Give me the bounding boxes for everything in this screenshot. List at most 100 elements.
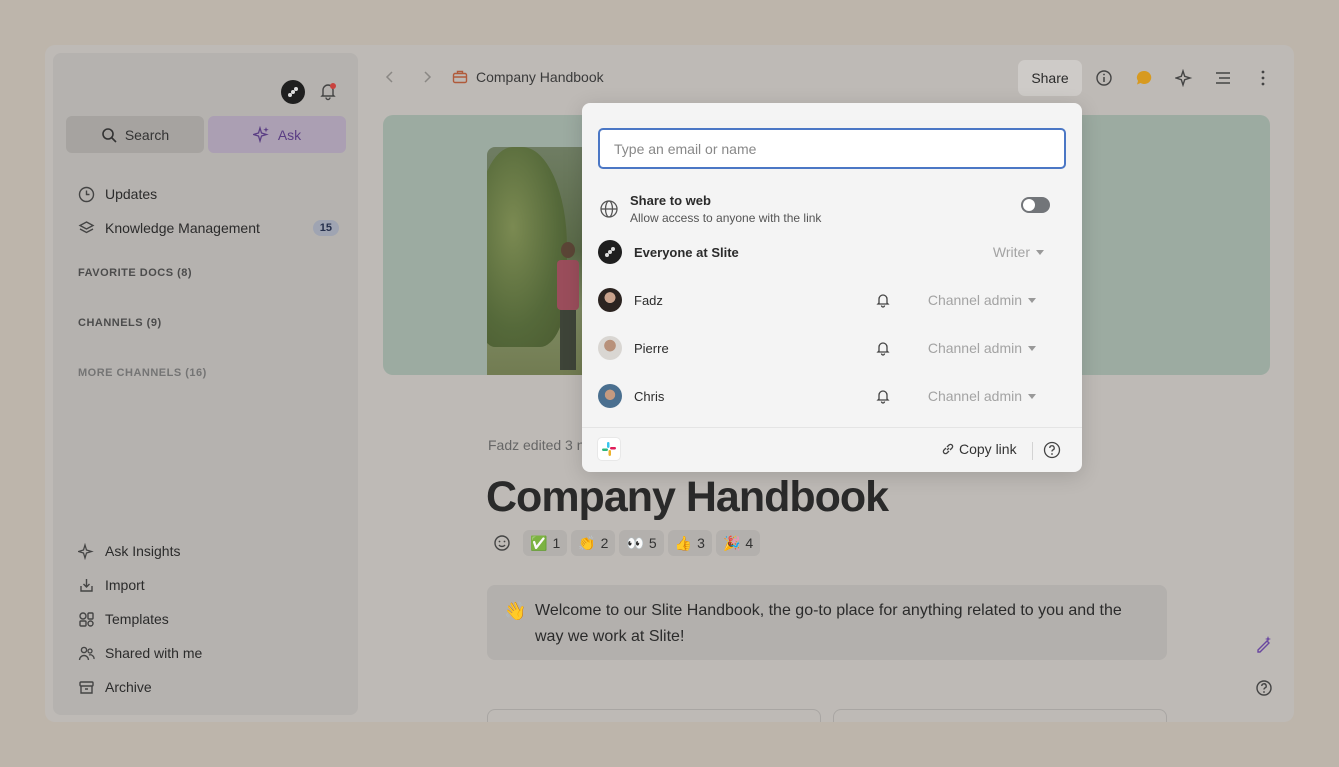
content-card[interactable]: [833, 709, 1167, 722]
callout-text: Welcome to our Slite Handbook, the go-to…: [535, 602, 1122, 645]
ai-sparkle-icon[interactable]: [1174, 68, 1194, 88]
edited-info: Fadz edited 3 n: [488, 437, 585, 453]
favorite-docs-section[interactable]: FAVORITE DOCS (8): [78, 267, 192, 279]
notification-bell-icon[interactable]: [874, 387, 892, 405]
briefcase-icon: [452, 70, 468, 84]
sidebar-item-label: Import: [105, 577, 145, 593]
role-dropdown[interactable]: Writer: [993, 244, 1044, 260]
reactions-bar: ✅ 1 👏 2 👀 5 👍 3 🎉 4: [489, 530, 761, 556]
back-arrow-icon[interactable]: [382, 69, 398, 85]
channels-section[interactable]: CHANNELS (9): [78, 317, 162, 329]
sidebar-item-label: Knowledge Management: [105, 220, 260, 236]
caret-down-icon: [1028, 297, 1036, 303]
welcome-callout[interactable]: 👋 Welcome to our Slite Handbook, the go-…: [487, 585, 1167, 660]
member-row: Everyone at Slite Writer: [598, 237, 1066, 267]
reaction-chip[interactable]: 🎉 4: [715, 530, 761, 556]
member-name: Pierre: [634, 340, 669, 356]
users-icon: [77, 644, 95, 662]
reaction-chip[interactable]: 👀 5: [619, 530, 664, 556]
sidebar-item-shared-with-me[interactable]: Shared with me: [77, 641, 339, 665]
member-row: Pierre Channel admin: [598, 333, 1066, 363]
sidebar-item-knowledge-management[interactable]: Knowledge Management 15: [77, 216, 339, 240]
callout-emoji: 👋: [504, 601, 527, 621]
comment-icon[interactable]: [1134, 68, 1154, 88]
sidebar-item-label: Ask Insights: [105, 543, 181, 559]
copy-link-button[interactable]: Copy link: [941, 441, 1017, 457]
reaction-emoji: 👏: [578, 534, 596, 551]
notifications-bell-icon[interactable]: [318, 81, 338, 101]
workspace-logo-icon: [288, 87, 298, 97]
more-options-icon[interactable]: [1253, 68, 1273, 88]
role-label: Channel admin: [927, 340, 1022, 356]
reaction-emoji: 👀: [626, 534, 644, 551]
slack-icon[interactable]: [598, 438, 620, 460]
sidebar-item-import[interactable]: Import: [77, 573, 339, 597]
role-label: Channel admin: [927, 292, 1022, 308]
sidebar-item-updates[interactable]: Updates: [77, 182, 339, 206]
caret-down-icon: [1028, 345, 1036, 351]
member-row: Chris Channel admin: [598, 381, 1066, 411]
info-icon[interactable]: [1094, 68, 1114, 88]
avatar: [598, 288, 622, 312]
forward-arrow-icon[interactable]: [419, 69, 435, 85]
caret-down-icon: [1036, 249, 1044, 255]
share-popover-footer: Copy link: [582, 427, 1082, 472]
workspace-avatar: [598, 240, 622, 264]
search-button[interactable]: Search: [66, 116, 204, 153]
link-icon: [942, 443, 954, 455]
role-dropdown[interactable]: Channel admin: [928, 388, 1036, 404]
sidebar-item-label: Archive: [105, 679, 152, 695]
member-name: Chris: [634, 388, 665, 404]
share-button[interactable]: Share: [1018, 60, 1082, 96]
copy-link-label: Copy link: [959, 441, 1017, 457]
role-label: Channel admin: [927, 388, 1022, 404]
add-reaction-icon[interactable]: [489, 530, 515, 556]
layers-icon: [77, 219, 95, 237]
help-icon[interactable]: [1043, 441, 1061, 459]
templates-icon: [77, 610, 95, 628]
divider: [1032, 442, 1033, 460]
reaction-emoji: 🎉: [722, 534, 741, 551]
breadcrumb[interactable]: Company Handbook: [452, 69, 604, 85]
share-to-web-row: Share to web Allow access to anyone with…: [598, 191, 1066, 227]
search-icon: [102, 127, 117, 143]
sidebar-item-label: Shared with me: [105, 645, 203, 661]
share-to-web-toggle[interactable]: [1021, 197, 1050, 213]
workspace-avatar[interactable]: [281, 80, 305, 104]
content-card[interactable]: [487, 709, 821, 722]
reaction-count: 3: [697, 535, 705, 551]
sidebar-item-label: Updates: [105, 186, 158, 202]
reaction-count: 2: [600, 535, 609, 551]
more-channels-section[interactable]: MORE CHANNELS (16): [78, 367, 207, 379]
table-of-contents-icon[interactable]: [1213, 68, 1233, 88]
share-popover: Share to web Allow access to anyone with…: [582, 103, 1082, 472]
search-label: Search: [124, 126, 170, 143]
sparkle-icon: [77, 542, 95, 560]
sidebar-item-label: Templates: [105, 611, 169, 627]
notification-bell-icon[interactable]: [874, 339, 892, 357]
member-name: Everyone at Slite: [634, 244, 739, 260]
reaction-chip[interactable]: ✅ 1: [523, 530, 568, 556]
page-title[interactable]: Company Handbook: [486, 473, 889, 522]
reaction-chip[interactable]: 👍 3: [667, 530, 712, 556]
member-row: Fadz Channel admin: [598, 285, 1066, 315]
ai-edit-icon[interactable]: [1254, 634, 1274, 654]
help-icon[interactable]: [1254, 678, 1274, 698]
archive-icon: [77, 678, 95, 696]
sidebar-item-archive[interactable]: Archive: [77, 675, 339, 699]
reaction-chip[interactable]: 👏 2: [571, 530, 616, 556]
role-dropdown[interactable]: Channel admin: [928, 292, 1036, 308]
notification-bell-icon[interactable]: [874, 291, 892, 309]
role-dropdown[interactable]: Channel admin: [928, 340, 1036, 356]
share-email-input[interactable]: [598, 128, 1066, 169]
reaction-count: 4: [745, 535, 754, 551]
ask-label: Ask: [277, 126, 302, 143]
sidebar-item-templates[interactable]: Templates: [77, 607, 339, 631]
breadcrumb-title: Company Handbook: [476, 69, 604, 85]
ask-button[interactable]: Ask: [208, 116, 346, 153]
avatar: [598, 384, 622, 408]
sidebar-item-ask-insights[interactable]: Ask Insights: [77, 539, 339, 563]
share-to-web-subtitle: Allow access to anyone with the link: [630, 211, 822, 225]
clock-icon: [77, 185, 95, 203]
caret-down-icon: [1028, 393, 1036, 399]
